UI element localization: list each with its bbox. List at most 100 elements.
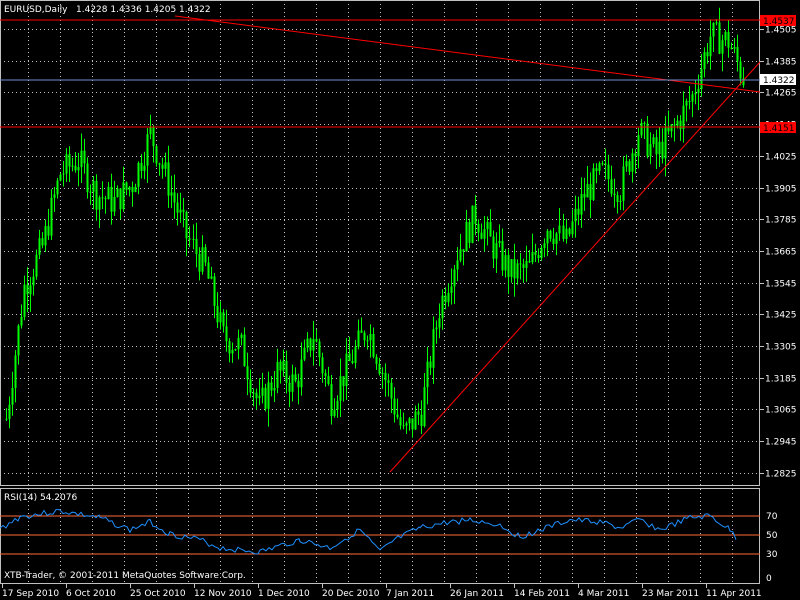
candle-body [86,163,89,193]
candle-body [128,187,131,190]
candle-body [586,184,589,198]
price-chart-panel[interactable]: EURUSD,Daily 1.4228 1.4336 1.4205 1.4322 [0,0,761,486]
candle-body [516,263,519,279]
rsi-tick-label: 30 [766,550,778,560]
time-tick-label: 14 Feb 2011 [514,589,570,599]
time-tick-label: 4 Mar 2011 [578,589,629,599]
time-tick-label: 6 Oct 2010 [66,589,116,599]
candle-body [324,373,327,376]
candle-body [670,124,673,132]
time-tick-label: 20 Dec 2010 [322,589,380,599]
candle-body [143,165,146,171]
support-trend-line[interactable] [389,61,761,473]
candle-body [432,329,435,368]
rsi-panel[interactable]: RSI(14) 54.2076 XTB-Trader, © 2001-2011 … [0,488,760,584]
resistance-trend-line[interactable] [174,15,761,93]
time-axis[interactable]: 17 Sep 2010 6 Oct 2010 25 Oct 2010 12 Nov 2… [2,584,762,599]
support-level-label: 1.4151 [760,122,796,134]
candle-body [20,316,23,326]
candle-body [552,238,555,244]
candle-body [408,418,411,424]
candle-body [62,173,65,175]
candle-body [170,192,173,196]
candle-body [182,209,185,213]
candle-body [384,372,387,381]
candle-body [420,414,423,427]
candle-body [246,366,249,380]
candle-body [237,337,240,350]
candle-body [459,249,462,261]
candle-body [50,197,53,236]
candle-body [471,205,474,243]
candle-body [483,229,486,239]
candle-body [583,194,586,198]
price-tick-label: 1.4025 [765,153,797,163]
candle-body [438,318,441,328]
price-tick-label: 1.3785 [765,216,797,226]
candle-body [595,168,598,172]
candle-body [519,263,522,265]
candle-body [179,209,182,213]
candle-body [149,126,152,135]
candle-body [450,286,453,293]
price-axis[interactable]: 1.45051.43851.42651.41451.40251.39051.37… [760,26,797,480]
price-tick-label: 1.2825 [765,470,797,480]
candle-body [158,163,161,165]
candle-body [357,330,360,347]
resistance-level-value: 1.4537 [763,17,795,27]
candle-body [195,239,198,255]
candle-body [396,414,399,418]
candle-body [294,374,297,381]
candle-body [703,52,706,70]
price-tick-label: 1.2945 [765,438,797,448]
candle-body [204,247,207,263]
candle-body [643,122,646,124]
candle-body [339,376,342,401]
candle-body [625,161,628,167]
candle-body [41,238,44,246]
candle-body [26,284,29,295]
candle-body [414,411,417,430]
candle-body [161,164,164,169]
candle-body [47,225,50,236]
candle-body [568,228,571,235]
candle-body [35,254,38,277]
candle-body [17,325,20,356]
candle-body [32,276,35,286]
candle-body [288,382,291,392]
candle-body [525,261,528,268]
candle-body [23,284,26,317]
candle-body [134,186,137,193]
candle-body [213,276,216,306]
candle-body [724,31,727,41]
candle-body [628,161,631,172]
candle-body [700,69,703,89]
candle-body [176,202,179,213]
candle-body [125,182,128,190]
candle-body [513,259,516,279]
candle-body [682,105,685,129]
candle-body [309,338,312,351]
candle-body [261,387,264,396]
rsi-tick-label: 50 [766,531,778,541]
time-tick-label: 12 Nov 2010 [194,589,252,599]
candle-body [498,240,501,244]
candle-body [282,360,285,371]
candle-body [727,31,730,48]
candle-body [198,254,201,272]
candle-body [676,120,679,126]
candle-body [264,387,267,409]
candle-body [5,418,8,420]
candle-body [240,334,243,338]
candle-body [435,327,438,330]
candle-body [387,380,390,383]
candle-body [658,141,661,155]
time-tick-label: 23 Mar 2011 [642,589,699,599]
candle-body [462,249,465,252]
candle-body [119,188,122,210]
candle-body [456,260,459,270]
candle-body [300,359,303,388]
candle-body [255,392,258,399]
candle-body [613,193,616,196]
candle-body [303,347,306,360]
